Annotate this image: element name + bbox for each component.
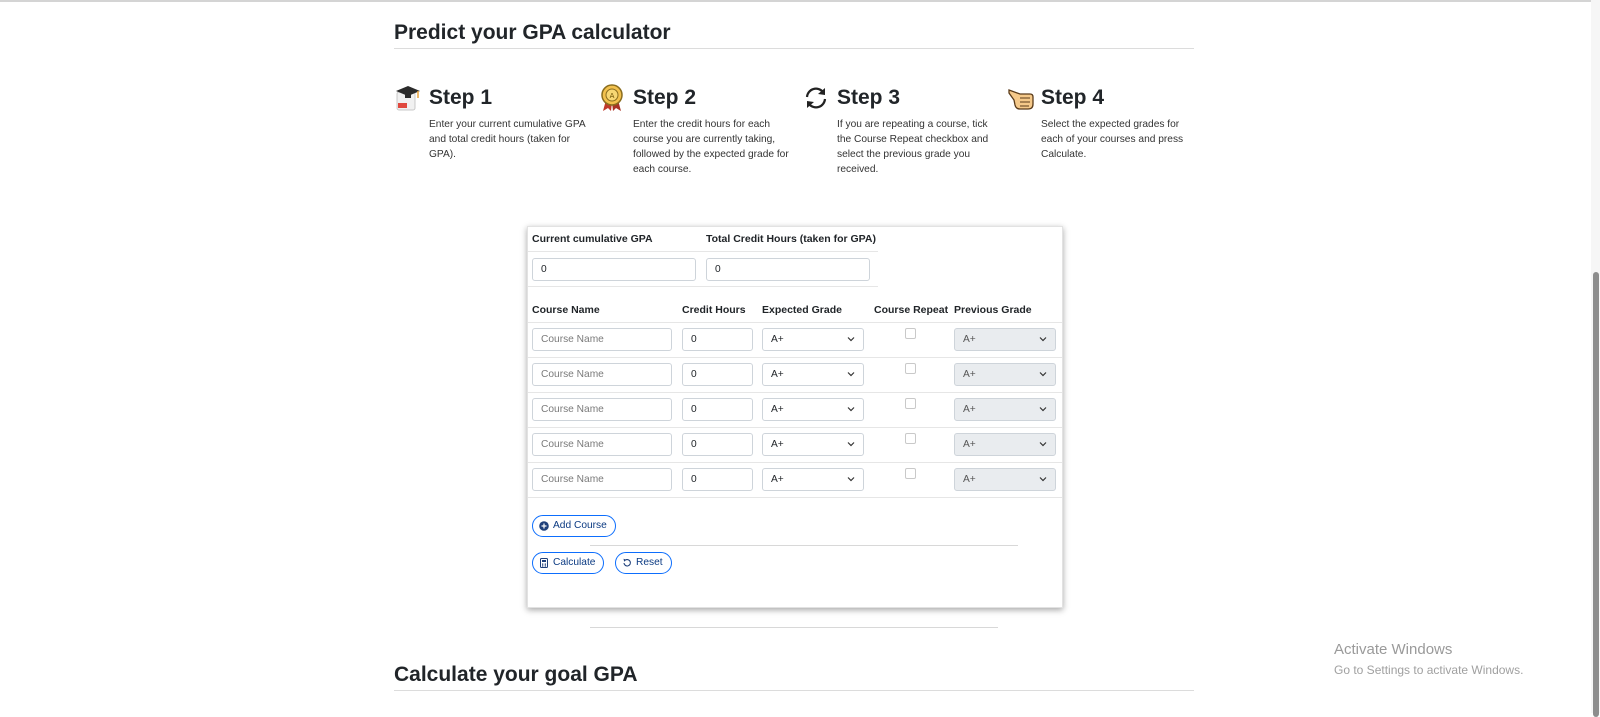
course-repeat-checkbox[interactable] [905, 328, 916, 339]
title-divider [394, 48, 1194, 49]
reset-icon [623, 558, 631, 567]
expected-grade-select[interactable]: A+ [762, 468, 864, 491]
expected-grade-value: A+ [771, 474, 784, 485]
credit-hours-input[interactable]: 0 [682, 363, 753, 386]
row-divider [528, 392, 1062, 393]
chevron-down-icon [1039, 477, 1047, 482]
course-name-input[interactable]: Course Name [532, 468, 672, 491]
expected-grade-select[interactable]: A+ [762, 433, 864, 456]
scrollbar-thumb[interactable] [1593, 272, 1599, 717]
goal-gpa-title: Calculate your goal GPA [394, 663, 638, 686]
previous-grade-value: A+ [963, 334, 976, 345]
row-divider [528, 462, 1062, 463]
previous-grade-select[interactable]: A+ [954, 398, 1056, 421]
chevron-down-icon [847, 337, 855, 342]
previous-grade-select[interactable]: A+ [954, 468, 1056, 491]
credit-hours-input[interactable]: 0 [682, 328, 753, 351]
column-expected-grade: Expected Grade [762, 304, 842, 316]
course-name-input[interactable]: Course Name [532, 433, 672, 456]
column-previous-grade: Previous Grade [954, 304, 1032, 316]
credits-label: Total Credit Hours (taken for GPA) [706, 233, 876, 245]
section-separator [590, 627, 998, 628]
total-credit-hours-input[interactable]: 0 [706, 258, 870, 281]
svg-text:A: A [610, 92, 615, 100]
chevron-down-icon [1039, 337, 1047, 342]
goal-title-divider [394, 690, 1194, 691]
step-2-description: Enter the credit hours for each course y… [633, 119, 789, 175]
chevron-down-icon [847, 407, 855, 412]
calculator-icon [540, 558, 548, 568]
graduation-cap-icon [394, 84, 422, 112]
chevron-down-icon [1039, 442, 1047, 447]
credit-hours-input[interactable]: 0 [682, 433, 753, 456]
row-divider [528, 357, 1062, 358]
calculate-button[interactable]: Calculate [532, 552, 605, 574]
previous-grade-value: A+ [963, 474, 976, 485]
course-name-input[interactable]: Course Name [532, 328, 672, 351]
expected-grade-value: A+ [771, 439, 784, 450]
course-repeat-checkbox[interactable] [905, 468, 916, 479]
activate-windows-title: Activate Windows [1334, 641, 1453, 658]
chevron-down-icon [1039, 407, 1047, 412]
step-1-description: Enter your current cumulative GPA and to… [429, 119, 586, 160]
chevron-down-icon [847, 372, 855, 377]
step-3-description: If you are repeating a course, tick the … [837, 119, 989, 175]
step-4-description: Select the expected grades for each of y… [1041, 119, 1184, 160]
credit-hours-input[interactable]: 0 [682, 398, 753, 421]
course-repeat-checkbox[interactable] [905, 433, 916, 444]
expected-grade-value: A+ [771, 404, 784, 415]
column-course-repeat: Course Repeat [874, 304, 949, 316]
course-repeat-checkbox[interactable] [905, 398, 916, 409]
browser-top-border [0, 0, 1600, 2]
expected-grade-select[interactable]: A+ [762, 398, 864, 421]
previous-grade-value: A+ [963, 369, 976, 380]
previous-grade-select[interactable]: A+ [954, 363, 1056, 386]
pointing-hand-icon [1006, 84, 1034, 112]
vertical-scrollbar[interactable] [1591, 0, 1600, 717]
previous-grade-select[interactable]: A+ [954, 433, 1056, 456]
reset-button[interactable]: Reset [615, 552, 672, 574]
previous-grade-value: A+ [963, 439, 976, 450]
row-divider [528, 497, 1062, 498]
gpa-label: Current cumulative GPA [532, 233, 653, 245]
header-divider-2 [528, 286, 878, 287]
step-4-title: Step 4 [1041, 86, 1105, 109]
previous-grade-select[interactable]: A+ [954, 328, 1056, 351]
expected-grade-select[interactable]: A+ [762, 328, 864, 351]
course-name-input[interactable]: Course Name [532, 398, 672, 421]
expected-grade-value: A+ [771, 334, 784, 345]
credit-hours-input[interactable]: 0 [682, 468, 753, 491]
chevron-down-icon [847, 477, 855, 482]
header-divider [528, 251, 878, 252]
current-gpa-input[interactable]: 0 [532, 258, 696, 281]
column-credit-hours: Credit Hours [682, 304, 746, 316]
expected-grade-select[interactable]: A+ [762, 363, 864, 386]
course-repeat-checkbox[interactable] [905, 363, 916, 374]
add-course-label: Add Course [553, 520, 607, 531]
gpa-calculator-card: Current cumulative GPA Total Credit Hour… [527, 226, 1063, 608]
column-course-name: Course Name [532, 304, 600, 316]
chevron-down-icon [1039, 372, 1047, 377]
page-title: Predict your GPA calculator [394, 21, 671, 44]
refresh-icon [802, 84, 830, 112]
previous-grade-value: A+ [963, 404, 976, 415]
add-course-button[interactable]: Add Course [532, 515, 616, 537]
expected-grade-value: A+ [771, 369, 784, 380]
reset-label: Reset [636, 557, 663, 568]
row-divider [528, 427, 1062, 428]
calculate-label: Calculate [553, 557, 596, 568]
activate-windows-subtitle: Go to Settings to activate Windows. [1334, 663, 1524, 677]
award-medal-icon: A [598, 84, 626, 112]
buttons-divider [590, 545, 1018, 546]
step-1-title: Step 1 [429, 86, 493, 109]
chevron-down-icon [847, 442, 855, 447]
step-2-title: Step 2 [633, 86, 697, 109]
plus-circle-icon [539, 521, 549, 531]
columns-divider [528, 322, 1062, 323]
course-name-input[interactable]: Course Name [532, 363, 672, 386]
step-3-title: Step 3 [837, 86, 901, 109]
